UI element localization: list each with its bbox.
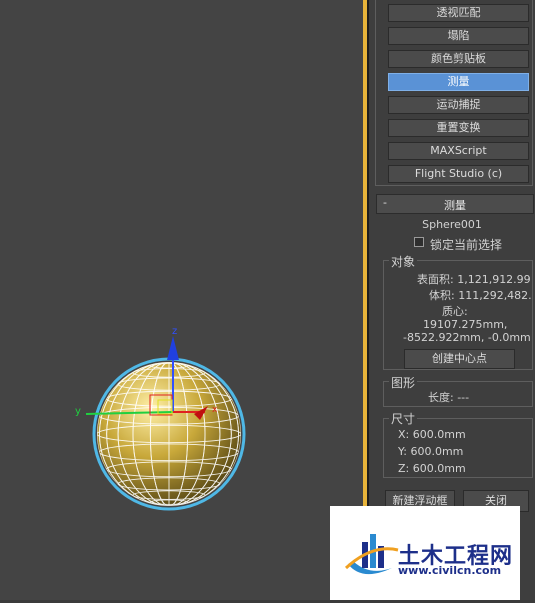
length-readout: 长度: --- bbox=[428, 391, 470, 404]
dimension-y-readout: Y: 600.0mm bbox=[398, 445, 464, 458]
rollout-title: 测量 bbox=[444, 199, 466, 212]
axis-z-label: z bbox=[172, 326, 177, 337]
center-of-mass-line-2: -8522.922mm, -0.0mm bbox=[403, 331, 531, 344]
measure-button[interactable]: 测量 bbox=[388, 73, 529, 91]
perspective-match-button[interactable]: 透视匹配 bbox=[388, 4, 529, 22]
shapes-group-label: 图形 bbox=[389, 374, 418, 391]
viewport-canvas[interactable]: z y x bbox=[0, 0, 363, 600]
z-axis-arrow bbox=[167, 336, 179, 360]
sphere-object[interactable] bbox=[92, 357, 246, 511]
dimension-x-readout: X: 600.0mm bbox=[398, 428, 466, 441]
viewport[interactable]: z y x bbox=[0, 0, 363, 600]
center-of-mass-label: 质心: bbox=[442, 305, 468, 318]
axis-x-label: x bbox=[212, 405, 218, 415]
watermark-logo-icon bbox=[344, 534, 399, 575]
lock-selection-label: 锁定当前选择 bbox=[430, 238, 503, 252]
dimension-z-readout: Z: 600.0mm bbox=[398, 462, 466, 475]
motion-capture-button[interactable]: 运动捕捉 bbox=[388, 96, 529, 114]
lock-selection-checkbox[interactable] bbox=[414, 237, 424, 247]
volume-readout: 体积: 111,292,482. bbox=[429, 289, 532, 302]
watermark-url: www.civilcn.com bbox=[398, 564, 502, 577]
axis-y-label: y bbox=[75, 406, 81, 417]
collapse-button[interactable]: 塌陷 bbox=[388, 27, 529, 45]
reset-xform-button[interactable]: 重置变换 bbox=[388, 119, 529, 137]
object-name: Sphere001 bbox=[422, 218, 482, 231]
color-clipboard-button[interactable]: 颜色剪贴板 bbox=[388, 50, 529, 68]
surface-area-readout: 表面积: 1,121,912.99 bbox=[417, 273, 531, 286]
utilities-list: 透视匹配 塌陷 颜色剪贴板 测量 运动捕捉 重置变换 MAXScript Fli… bbox=[375, 0, 533, 186]
maxscript-button[interactable]: MAXScript bbox=[388, 142, 529, 160]
measure-rollout-header[interactable]: - 测量 bbox=[376, 194, 534, 214]
center-of-mass-line-1: 19107.275mm, bbox=[423, 318, 508, 331]
create-center-point-button[interactable]: 创建中心点 bbox=[404, 349, 515, 369]
objects-group-label: 对象 bbox=[389, 253, 418, 270]
watermark: 土木工程网 www.civilcn.com bbox=[330, 506, 520, 600]
flight-studio-button[interactable]: Flight Studio (c) bbox=[388, 165, 529, 183]
dimensions-group-label: 尺寸 bbox=[389, 410, 418, 427]
